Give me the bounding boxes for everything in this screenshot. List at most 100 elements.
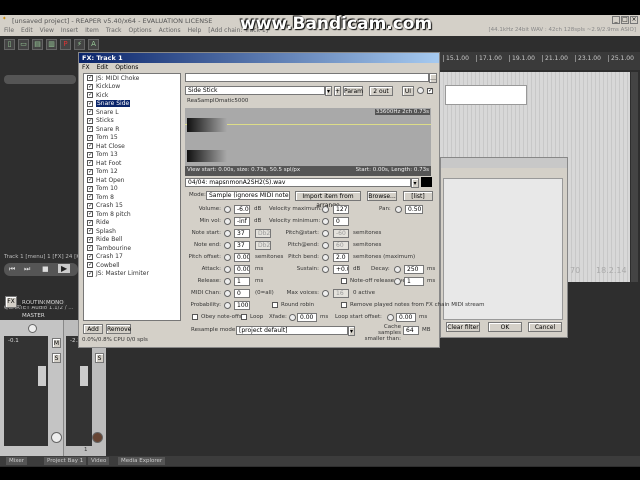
- preset-add-button[interactable]: +: [334, 86, 341, 96]
- tab-mixer[interactable]: Mixer: [6, 457, 28, 465]
- remove-played-checkbox[interactable]: [341, 302, 347, 308]
- midichan-knob[interactable]: [224, 290, 231, 297]
- fx-list-item[interactable]: ✓ JS: Master Limiter: [84, 270, 180, 279]
- tab-media-explorer[interactable]: Media Explorer: [118, 457, 166, 465]
- file-dropdown-icon[interactable]: ▾: [411, 178, 419, 188]
- fx-list-item[interactable]: ✓ KickLow: [84, 83, 180, 92]
- fx-enabled-checkbox[interactable]: ✓: [87, 100, 93, 107]
- notestart-knob[interactable]: [224, 230, 231, 237]
- velmax-knob[interactable]: [322, 206, 329, 213]
- fx-enabled-checkbox[interactable]: ✓: [87, 236, 93, 243]
- new-project-icon[interactable]: ▯: [4, 39, 15, 50]
- menu-item-0[interactable]: File: [4, 27, 14, 34]
- xfade-knob[interactable]: [289, 314, 296, 321]
- fx-enabled-checkbox[interactable]: ✓: [87, 219, 93, 226]
- fx-enabled-checkbox[interactable]: ✓: [87, 245, 93, 252]
- bypass-checkbox[interactable]: ✓: [427, 88, 433, 94]
- midichan-field[interactable]: 0: [234, 289, 250, 298]
- waveform-display[interactable]: 33600Hz 2ch 0.73s View start: 0.00s, siz…: [185, 108, 431, 176]
- tab-video[interactable]: Video: [88, 457, 110, 465]
- velmax-field[interactable]: 127: [333, 205, 349, 214]
- resample-dropdown-icon[interactable]: ▾: [348, 326, 355, 336]
- master-solo-button[interactable]: S: [52, 353, 61, 363]
- open-project-icon[interactable]: ▭: [18, 39, 29, 50]
- remove-fx-button[interactable]: Remove: [106, 324, 131, 334]
- fx-menu-item-1[interactable]: Edit: [97, 64, 109, 71]
- menu-item-3[interactable]: Insert: [61, 27, 78, 34]
- fx-enabled-checkbox[interactable]: ✓: [87, 253, 93, 260]
- stop-icon[interactable]: ■: [42, 265, 49, 273]
- fx-list-item[interactable]: ✓ Kick: [84, 91, 180, 100]
- pitchstart-field[interactable]: -60: [333, 229, 349, 238]
- clear-filter-button[interactable]: Clear filter: [446, 322, 480, 332]
- track-solo-button[interactable]: S: [95, 353, 104, 363]
- save-project-icon[interactable]: ▤: [32, 39, 43, 50]
- track-record-button[interactable]: [92, 432, 103, 443]
- minvol-knob[interactable]: [224, 218, 231, 225]
- fx-list-item[interactable]: ✓ Snare R: [84, 125, 180, 134]
- fx-enabled-checkbox[interactable]: ✓: [87, 202, 93, 209]
- fx-enabled-checkbox[interactable]: ✓: [87, 168, 93, 175]
- metronome-icon[interactable]: ⚡: [74, 39, 85, 50]
- fx-enabled-checkbox[interactable]: ✓: [87, 185, 93, 192]
- fx-list-item[interactable]: ✓ Hat Close: [84, 142, 180, 151]
- list-button[interactable]: [list]: [403, 191, 433, 201]
- fx-list-item[interactable]: ✓ Ride: [84, 219, 180, 228]
- undo-icon[interactable]: P: [60, 39, 71, 50]
- pan-knob[interactable]: [395, 206, 402, 213]
- maxvoices-knob[interactable]: [322, 290, 329, 297]
- preset-dropdown-icon[interactable]: ▾: [325, 86, 332, 96]
- probability-knob[interactable]: [224, 302, 231, 309]
- noteoff-knob[interactable]: [394, 278, 401, 285]
- pitchbend-field[interactable]: 2.0: [333, 253, 349, 262]
- pitchbend-knob[interactable]: [322, 254, 329, 261]
- cache-field[interactable]: 64: [403, 326, 419, 335]
- menu-item-7[interactable]: Actions: [159, 27, 181, 34]
- filter-dialog-titlebar[interactable]: [441, 158, 567, 168]
- filter-list[interactable]: [443, 178, 563, 320]
- fx-list-item[interactable]: ✓ Tom 10: [84, 185, 180, 194]
- fx-window-title[interactable]: FX: Track 1: [79, 53, 439, 63]
- ok-button[interactable]: OK: [488, 322, 522, 332]
- fx-enabled-checkbox[interactable]: ✓: [87, 143, 93, 150]
- fx-enabled-checkbox[interactable]: ✓: [87, 109, 93, 116]
- mono-button[interactable]: MONO: [45, 300, 65, 306]
- fx-menu-item-0[interactable]: FX: [82, 64, 90, 71]
- fx-list-item[interactable]: ✓ Tom 8 pitch: [84, 210, 180, 219]
- menu-item-8[interactable]: Help: [188, 27, 202, 34]
- pitchend-field[interactable]: 60: [333, 241, 349, 250]
- fx-menu-item-2[interactable]: Options: [115, 64, 138, 71]
- mode-select[interactable]: Sample (ignores MIDI note): [206, 191, 290, 200]
- loopstart-field[interactable]: 0.00: [396, 313, 416, 322]
- master-fx-button[interactable]: FX: [5, 296, 17, 308]
- pan-field[interactable]: 0.50: [405, 205, 423, 214]
- go-end-icon[interactable]: ⏭: [24, 265, 30, 274]
- fx-enabled-checkbox[interactable]: ✓: [87, 117, 93, 124]
- midi-item[interactable]: [445, 85, 527, 105]
- attack-knob[interactable]: [224, 266, 231, 273]
- noteend-field[interactable]: 37: [234, 241, 250, 250]
- fx-list-item[interactable]: ✓ Cowbell: [84, 261, 180, 270]
- maximize-button[interactable]: □: [621, 16, 629, 24]
- maxvoices-field[interactable]: 16: [333, 289, 349, 298]
- notestart-field[interactable]: 37: [234, 229, 250, 238]
- velmin-field[interactable]: 0: [333, 217, 349, 226]
- menu-item-2[interactable]: View: [40, 27, 54, 34]
- volume-knob[interactable]: [224, 206, 231, 213]
- go-start-icon[interactable]: ⏮: [9, 265, 15, 274]
- play-icon[interactable]: ▶: [58, 264, 71, 273]
- color-swatch[interactable]: [421, 177, 432, 187]
- tab-project-bay-1[interactable]: Project Bay 1: [44, 457, 87, 465]
- track-panel[interactable]: [4, 75, 76, 84]
- fx-list-item[interactable]: ✓ Splash: [84, 227, 180, 236]
- fx-list-item[interactable]: ✓ Tom 8: [84, 193, 180, 202]
- fx-list-item[interactable]: ✓ Crash 15: [84, 202, 180, 211]
- fx-list-item[interactable]: ✓ Snare Side: [84, 100, 180, 109]
- noteend-knob[interactable]: [224, 242, 231, 249]
- noteoff-override-checkbox[interactable]: [341, 278, 347, 284]
- fx-enabled-checkbox[interactable]: ✓: [87, 194, 93, 201]
- io-button[interactable]: 2 out: [369, 86, 393, 96]
- menu-item-1[interactable]: Edit: [21, 27, 33, 34]
- menu-item-4[interactable]: Item: [85, 27, 99, 34]
- minimize-button[interactable]: _: [612, 16, 620, 24]
